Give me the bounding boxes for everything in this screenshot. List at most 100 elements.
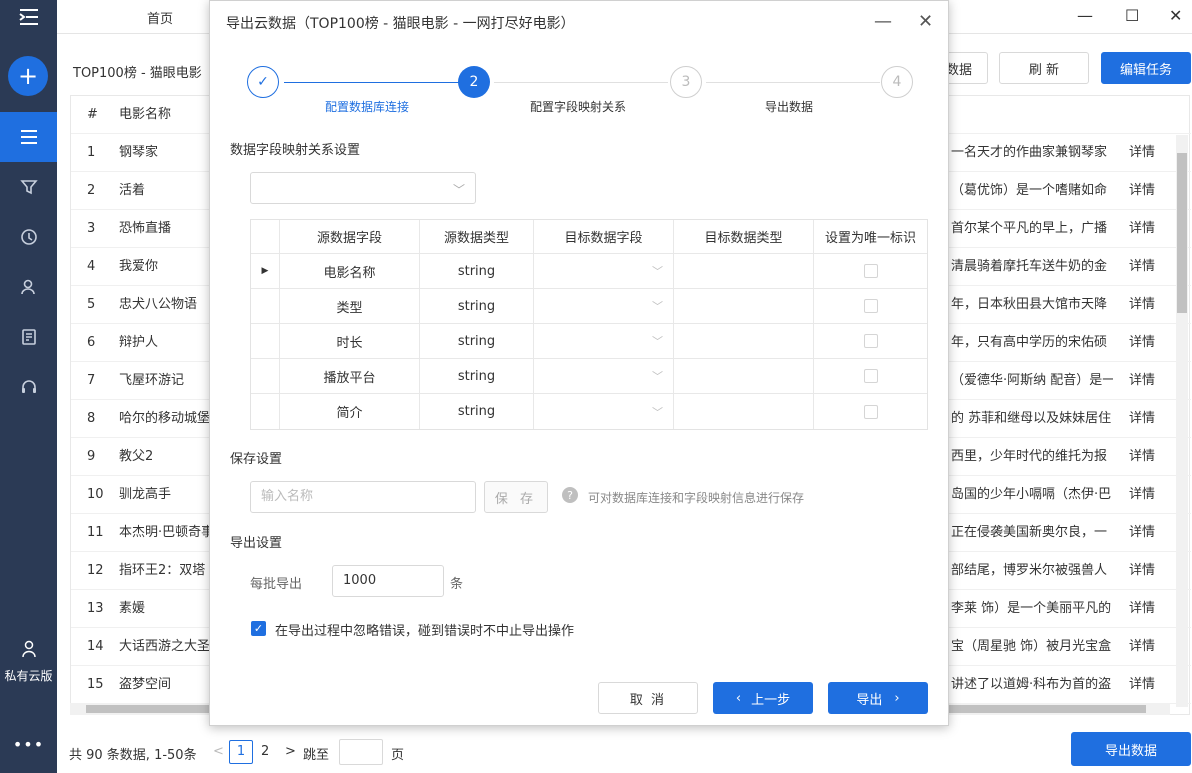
header-source-field: 源数据字段 — [280, 220, 420, 253]
ignore-errors-checkbox[interactable]: ✓ — [251, 621, 266, 636]
detail-link[interactable]: 详情 — [1129, 286, 1155, 324]
target-field-select[interactable]: ﹀ — [534, 289, 674, 323]
page-unit-label: 页 — [391, 748, 405, 763]
dialog-close-icon[interactable]: ✕ — [918, 11, 933, 32]
row-number: 10 — [87, 487, 104, 502]
unique-key-checkbox[interactable] — [863, 299, 878, 313]
step-connector — [706, 82, 880, 83]
detail-link[interactable]: 详情 — [1129, 362, 1155, 400]
config-name-input[interactable]: 输入名称 — [250, 481, 476, 513]
chevron-down-icon: ﹀ — [452, 183, 465, 197]
more-icon[interactable]: ••• — [0, 735, 57, 754]
pagination-bar: 共 90 条数据, 1-50条 < 1 2 > 跳至 页 导出数据 — [57, 728, 1192, 773]
edit-task-button[interactable]: 编辑任务 — [1101, 52, 1191, 84]
movie-name: 本杰明·巴顿奇事 — [119, 525, 209, 540]
detail-link[interactable]: 详情 — [1129, 628, 1155, 666]
document-icon — [21, 329, 36, 345]
detail-link[interactable]: 详情 — [1129, 172, 1155, 210]
mapping-row: 类型 string ﹀ — [251, 289, 927, 324]
step-1-label: 配置数据库连接 — [325, 100, 410, 114]
refresh-button[interactable]: 刷 新 — [999, 52, 1089, 84]
add-task-button[interactable]: + — [8, 56, 48, 96]
user-icon — [21, 640, 36, 658]
movie-name: 辩护人 — [119, 335, 159, 350]
source-field: 播放平台 — [280, 359, 420, 393]
chevron-down-icon: ﹀ — [652, 405, 663, 419]
dialog-minimize-icon[interactable]: — — [874, 11, 892, 32]
target-field-select[interactable]: ﹀ — [534, 324, 674, 358]
detail-link[interactable]: 详情 — [1129, 210, 1155, 248]
step-connector — [494, 82, 668, 83]
row-number: 7 — [87, 373, 96, 388]
unique-key-cell — [814, 254, 927, 288]
next-page-button[interactable]: > — [285, 744, 296, 759]
export-button[interactable]: 导出 › — [828, 682, 928, 714]
batch-size-input[interactable]: 1000 — [332, 565, 444, 597]
target-type-cell — [674, 359, 814, 393]
unique-key-checkbox[interactable] — [863, 369, 878, 383]
detail-link[interactable]: 详情 — [1129, 438, 1155, 476]
sidebar-item-history[interactable] — [0, 212, 57, 262]
detail-link[interactable]: 详情 — [1129, 324, 1155, 362]
maximize-icon[interactable]: ☐ — [1125, 6, 1139, 25]
unique-key-checkbox[interactable] — [863, 404, 878, 419]
detail-link[interactable]: 详情 — [1129, 552, 1155, 590]
movie-description: 一名天才的作曲家兼钢琴家 — [951, 145, 1108, 160]
prev-page-button[interactable]: < — [213, 744, 224, 759]
previous-step-label: 上一步 — [751, 692, 791, 708]
movie-description: （葛优饰）是一个嗜赌如命 — [951, 183, 1108, 198]
row-number: 6 — [87, 335, 96, 350]
sidebar-item-filter[interactable] — [0, 162, 57, 212]
cancel-button[interactable]: 取 消 — [598, 682, 698, 714]
sidebar-item-support[interactable] — [0, 362, 57, 412]
target-field-select[interactable]: ﹀ — [534, 359, 674, 393]
detail-link[interactable]: 详情 — [1129, 514, 1155, 552]
movie-name: 恐怖直播 — [119, 221, 172, 236]
movie-description: 年，只有高中学历的宋佑硕 — [951, 335, 1108, 350]
detail-link[interactable]: 详情 — [1129, 590, 1155, 628]
row-indicator-icon — [251, 289, 280, 323]
minimize-icon[interactable]: — — [1077, 6, 1093, 25]
tab-home[interactable]: 首页 — [147, 8, 173, 27]
save-config-button[interactable]: 保 存 — [484, 481, 548, 513]
source-type: string — [420, 394, 534, 429]
menu-toggle-icon[interactable] — [0, 0, 57, 34]
movie-description: 宝（周星驰 饰）被月光宝盒 — [951, 639, 1112, 654]
detail-link[interactable]: 详情 — [1129, 248, 1155, 286]
mapping-table-select[interactable]: ﹀ — [250, 172, 476, 204]
detail-link[interactable]: 详情 — [1129, 134, 1155, 172]
step-3-label: 导出数据 — [765, 100, 814, 114]
ignore-errors-label: 在导出过程中忽略错误，碰到错误时不中止导出操作 — [275, 624, 575, 639]
jump-page-input[interactable] — [339, 739, 383, 765]
close-icon[interactable]: ✕ — [1169, 6, 1182, 25]
row-number: 4 — [87, 259, 96, 274]
target-field-select[interactable]: ﹀ — [534, 254, 674, 288]
page-1-button[interactable]: 1 — [229, 740, 253, 764]
row-number: 5 — [87, 297, 96, 312]
movie-name: 指环王2：双塔 — [119, 563, 206, 578]
previous-step-button[interactable]: ‹ 上一步 — [713, 682, 813, 714]
record-summary: 共 90 条数据, 1-50条 — [69, 748, 197, 763]
detail-link[interactable]: 详情 — [1129, 476, 1155, 514]
sidebar-item-docs[interactable] — [0, 312, 57, 362]
row-indicator-icon: ▶ — [251, 254, 280, 288]
clock-icon — [20, 229, 37, 245]
funnel-icon — [19, 180, 38, 195]
detail-link[interactable]: 详情 — [1129, 400, 1155, 438]
step-2-label: 配置字段映射关系 — [530, 100, 627, 114]
target-field-select[interactable]: ﹀ — [534, 394, 674, 429]
page-2-button[interactable]: 2 — [261, 744, 269, 759]
detail-link[interactable]: 详情 — [1129, 666, 1155, 704]
sidebar-item-tasks[interactable] — [0, 112, 57, 162]
export-data-button[interactable]: 导出数据 — [1071, 732, 1191, 766]
breadcrumb: TOP100榜 - 猫眼电影 — [73, 66, 202, 81]
movie-description: 的 苏菲和继母以及妹妹居住 — [951, 411, 1112, 426]
row-number: 14 — [87, 639, 104, 654]
unique-key-checkbox[interactable] — [863, 264, 878, 278]
mapping-row: 简介 string ﹀ — [251, 394, 927, 429]
col-name: 电影名称 — [119, 107, 172, 122]
unique-key-checkbox[interactable] — [863, 334, 878, 348]
vertical-scrollbar[interactable] — [1176, 135, 1188, 707]
sidebar-item-users[interactable] — [0, 262, 57, 312]
account-entry[interactable]: 私有云版 — [0, 640, 57, 684]
